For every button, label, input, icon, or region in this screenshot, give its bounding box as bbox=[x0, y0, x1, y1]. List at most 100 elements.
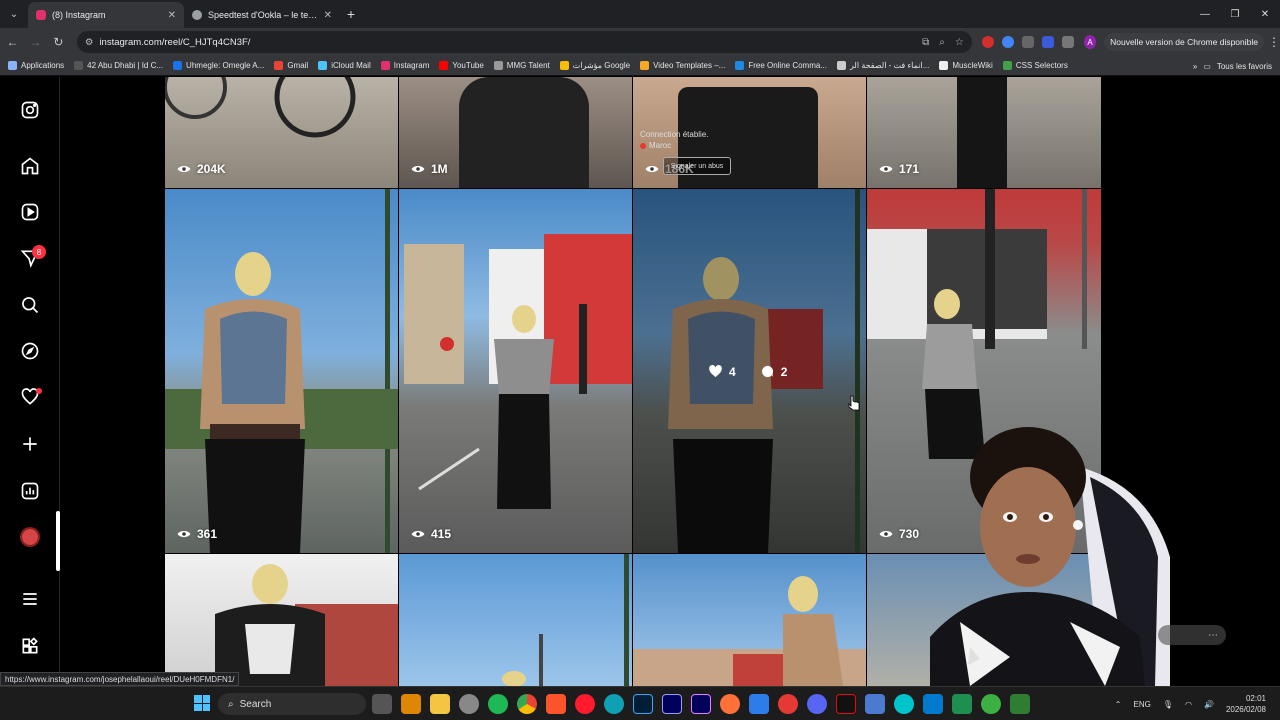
bookmark-item[interactable]: MuscleWiki bbox=[939, 61, 993, 70]
file-explorer-icon[interactable] bbox=[430, 694, 450, 714]
bookmark-item[interactable]: Free Online Comma... bbox=[735, 61, 827, 70]
close-tab-icon[interactable]: ✕ bbox=[324, 10, 332, 21]
vscode-icon[interactable] bbox=[923, 694, 943, 714]
more-menu-icon[interactable] bbox=[18, 587, 42, 611]
zoom-icon[interactable]: ⌕ bbox=[939, 37, 945, 48]
app-lime-icon[interactable] bbox=[981, 694, 1001, 714]
volume-icon[interactable]: 🔊 bbox=[1204, 700, 1214, 709]
chrome-icon[interactable] bbox=[517, 694, 537, 714]
wifi-icon[interactable]: ◠ bbox=[1185, 700, 1192, 709]
reel-tile[interactable]: 204K bbox=[165, 77, 398, 188]
clock[interactable]: 02:01 2026/02/08 bbox=[1226, 693, 1266, 715]
also-from-meta-icon[interactable] bbox=[18, 634, 42, 658]
search-icon[interactable] bbox=[18, 293, 42, 317]
extensions-puzzle-icon[interactable] bbox=[1061, 36, 1074, 48]
extension-s-icon[interactable] bbox=[1041, 36, 1054, 48]
bookmark-item[interactable]: Gmail bbox=[274, 61, 308, 70]
app-play-icon[interactable] bbox=[1010, 694, 1030, 714]
photoshop-icon[interactable] bbox=[633, 694, 653, 714]
bookmark-favicon-icon bbox=[493, 61, 503, 70]
explore-compass-icon[interactable] bbox=[18, 339, 42, 363]
bookmarks-overflow-icon[interactable]: » bbox=[1193, 62, 1197, 71]
install-app-icon[interactable]: ⧉ bbox=[922, 37, 929, 48]
floating-controls[interactable]: ⋯ bbox=[1158, 625, 1226, 645]
reel-tile-hovered[interactable]: 4 2 bbox=[633, 189, 866, 553]
forward-icon[interactable]: → bbox=[25, 30, 46, 54]
back-icon[interactable]: ← bbox=[2, 30, 23, 54]
bookmark-star-icon[interactable]: ☆ bbox=[955, 37, 964, 48]
discord-icon[interactable] bbox=[807, 694, 827, 714]
reel-tile[interactable]: 171 bbox=[867, 77, 1101, 188]
reel-tile[interactable] bbox=[165, 554, 398, 686]
views-text: 1M bbox=[431, 162, 448, 176]
address-bar[interactable]: ⚙ instagram.com/reel/C_HJTq4CN3F/ ⧉ ⌕ ☆ bbox=[76, 31, 972, 53]
create-plus-icon[interactable] bbox=[18, 432, 42, 456]
language-indicator[interactable]: ENG bbox=[1134, 700, 1151, 709]
bookmark-item[interactable]: CSS Selectors bbox=[1002, 61, 1068, 70]
more-dots-icon[interactable]: ⋯ bbox=[1208, 630, 1218, 641]
reel-tile[interactable] bbox=[633, 554, 866, 686]
reel-tile[interactable]: 415 bbox=[399, 189, 632, 553]
reel-tile[interactable]: 361 bbox=[165, 189, 398, 553]
bookmark-item[interactable]: YouTube bbox=[439, 61, 484, 70]
chrome-menu-icon[interactable]: ⋮ bbox=[1268, 35, 1280, 49]
site-info-icon[interactable]: ⚙ bbox=[85, 37, 94, 48]
tab-instagram[interactable]: (8) Instagram ✕ bbox=[28, 2, 184, 28]
app-blue-icon[interactable] bbox=[865, 694, 885, 714]
premiere-icon[interactable] bbox=[691, 694, 711, 714]
tab-title: (8) Instagram bbox=[52, 10, 106, 20]
app-red-icon[interactable] bbox=[778, 694, 798, 714]
bookmark-item[interactable]: Applications bbox=[8, 61, 64, 70]
dashboard-icon[interactable] bbox=[18, 479, 42, 503]
firefox-icon[interactable] bbox=[720, 694, 740, 714]
canva-icon[interactable] bbox=[894, 694, 914, 714]
bookmark-item[interactable]: انماء فت - الصفحة الر... bbox=[837, 61, 929, 70]
bookmark-favicon-icon bbox=[939, 61, 949, 70]
views-eye-icon bbox=[177, 530, 191, 538]
minimize-icon[interactable]: — bbox=[1190, 0, 1220, 28]
bookmark-item[interactable]: Uhmegle: Omegle A... bbox=[173, 61, 264, 70]
new-tab-button[interactable]: + bbox=[340, 3, 362, 25]
tab-speedtest[interactable]: Speedtest d'Ookla – le test de v ✕ bbox=[184, 2, 340, 28]
reels-icon[interactable] bbox=[18, 200, 42, 224]
close-window-icon[interactable]: ✕ bbox=[1250, 0, 1280, 28]
profile-avatar[interactable]: A bbox=[1083, 35, 1097, 49]
task-view-icon[interactable] bbox=[372, 694, 392, 714]
bookmark-item[interactable]: iCloud Mail bbox=[318, 61, 371, 70]
extension-grid-icon[interactable] bbox=[1021, 36, 1034, 48]
reel-tile[interactable]: 1M bbox=[399, 77, 632, 188]
report-abuse-button[interactable]: Signaler un abus bbox=[663, 157, 731, 175]
bookmark-item[interactable]: MMG Talent bbox=[493, 61, 550, 70]
profile-avatar[interactable] bbox=[20, 527, 40, 547]
home-icon[interactable] bbox=[18, 154, 42, 178]
start-windows-icon[interactable] bbox=[194, 695, 210, 711]
brave-icon[interactable] bbox=[546, 694, 566, 714]
taskbar-search[interactable]: ⌕ Search bbox=[218, 693, 366, 715]
bookmark-item[interactable]: Instagram bbox=[380, 61, 429, 70]
after-effects-icon[interactable] bbox=[662, 694, 682, 714]
reel-tile[interactable] bbox=[399, 554, 632, 686]
restore-icon[interactable]: ❐ bbox=[1220, 0, 1250, 28]
url-text: instagram.com/reel/C_HJTq4CN3F/ bbox=[99, 36, 251, 48]
netflix-icon[interactable] bbox=[836, 694, 856, 714]
reload-icon[interactable]: ↻ bbox=[48, 30, 69, 54]
bookmark-item[interactable]: 42 Abu Dhabi | Id C... bbox=[74, 61, 163, 70]
chrome-update-button[interactable]: Nouvelle version de Chrome disponible bbox=[1104, 33, 1264, 51]
opera-icon[interactable] bbox=[575, 694, 595, 714]
app-green-icon[interactable] bbox=[952, 694, 972, 714]
settings-icon[interactable] bbox=[459, 694, 479, 714]
all-bookmarks-button[interactable]: » ▭ Tous les favoris bbox=[1193, 56, 1272, 76]
microphone-icon[interactable]: 🎙 bbox=[1163, 700, 1173, 709]
tray-overflow-icon[interactable]: ⌃ bbox=[1115, 700, 1122, 709]
edge-icon[interactable] bbox=[604, 694, 624, 714]
snipping-tool-icon[interactable] bbox=[749, 694, 769, 714]
tab-search-button[interactable]: ⌄ bbox=[2, 3, 26, 25]
close-tab-icon[interactable]: ✕ bbox=[168, 10, 176, 21]
bookmark-item[interactable]: Video Templates –... bbox=[640, 61, 725, 70]
bookmark-item[interactable]: مؤشرات Google bbox=[559, 61, 630, 70]
extension-red-icon[interactable] bbox=[981, 36, 994, 48]
extension-blue-icon[interactable] bbox=[1001, 36, 1014, 48]
spotify-icon[interactable] bbox=[488, 694, 508, 714]
illustrator-icon[interactable] bbox=[401, 694, 421, 714]
instagram-logo-icon[interactable] bbox=[18, 98, 42, 122]
